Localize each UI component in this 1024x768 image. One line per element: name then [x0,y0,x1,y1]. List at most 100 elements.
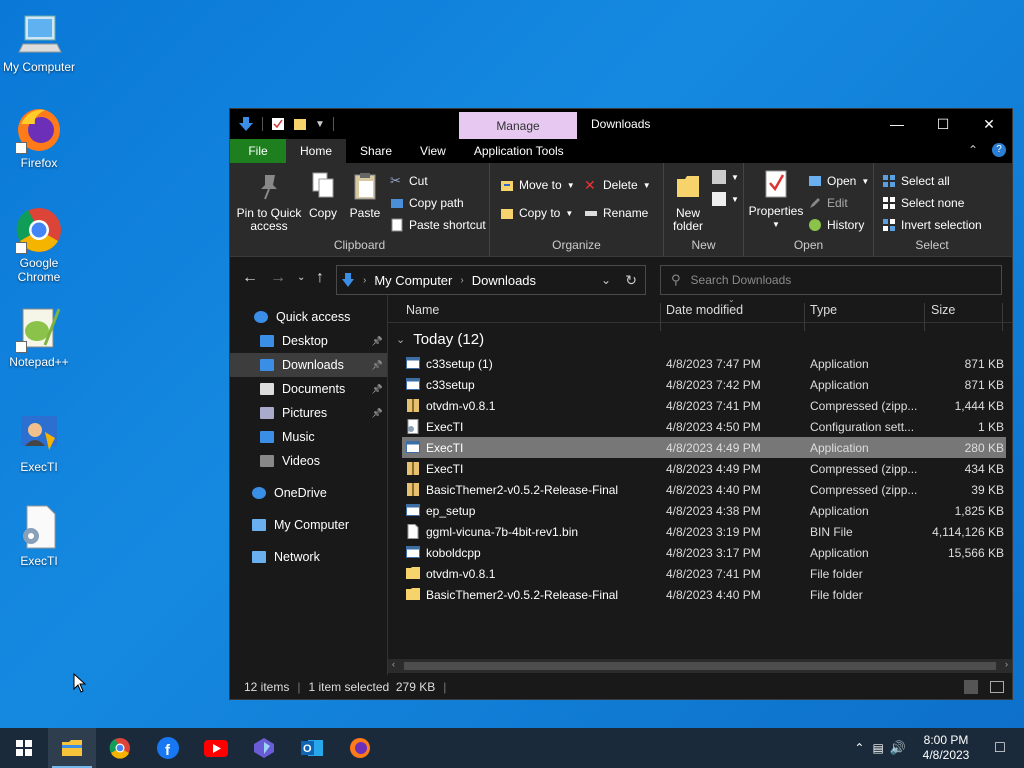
delete-button[interactable]: ✕ Delete ▼ [584,175,651,195]
table-row[interactable]: c33setup 4/8/2023 7:42 PM Application 871 K… [402,374,1006,395]
taskbar-youtube[interactable] [192,728,240,768]
address-dropdown-icon[interactable]: ⌄ [601,273,611,287]
pin-icon[interactable]: 📌 [372,384,383,395]
file-date: 4/8/2023 4:40 PM [666,587,761,602]
volume-icon[interactable]: 🔊 [890,740,906,756]
easy-access-button[interactable]: ▼ [712,189,739,209]
breadcrumb-current[interactable]: Downloads [472,273,536,288]
tab-share[interactable]: Share [346,139,406,163]
network-icon[interactable]: ▤ [872,741,883,755]
move-to-button[interactable]: Move to ▼ [500,175,575,195]
history-button[interactable]: History [808,215,864,235]
taskbar-facebook[interactable]: f [144,728,192,768]
properties-check-icon[interactable] [271,117,285,131]
paste-shortcut-button[interactable]: Paste shortcut [390,215,486,235]
table-row[interactable]: ep_setup 4/8/2023 4:38 PM Application 1,825… [402,500,1006,521]
select-none-button[interactable]: Select none [882,193,964,213]
group-header[interactable]: ⌄ Today (12) [396,331,484,348]
qat-dropdown-icon[interactable]: ▼ [315,119,325,130]
taskbar-clipchamp[interactable] [240,728,288,768]
horizontal-scrollbar[interactable]: ‹ › [388,659,1012,673]
sidebar-item-desktop[interactable]: Desktop 📌 [230,329,387,353]
rename-button[interactable]: Rename [584,203,648,223]
breadcrumb-root[interactable]: My Computer [374,273,452,288]
tab-home[interactable]: Home [286,139,347,163]
sidebar-item-music[interactable]: Music [230,425,387,449]
new-folder-button[interactable]: New folder [666,171,710,233]
invert-selection-button[interactable]: Invert selection [882,215,982,235]
sidebar-item-pictures[interactable]: Pictures 📌 [230,401,387,425]
table-row[interactable]: otvdm-v0.8.1 4/8/2023 7:41 PM Compressed (… [402,395,1006,416]
new-item-button[interactable]: ▼ [712,167,739,187]
table-row[interactable]: BasicThemer2-v0.5.2-Release-Final 4/8/202… [402,479,1006,500]
table-row[interactable]: ExecTI 4/8/2023 4:49 PM Application 280 KB [402,437,1006,458]
taskbar-outlook[interactable]: O [288,728,336,768]
recent-locations-button[interactable]: ⌄ [297,272,305,283]
pin-icon[interactable]: 📌 [372,360,383,371]
large-icons-view-button[interactable] [990,681,1004,693]
collapse-ribbon-icon[interactable]: ⌃ [968,143,978,157]
tab-view[interactable]: View [406,139,460,163]
properties-button[interactable]: Properties ▼ [748,169,804,231]
desktop-icon-chrome[interactable]: Google Chrome [0,206,78,284]
sidebar-item-videos[interactable]: Videos [230,449,387,473]
copy-to-button[interactable]: Copy to ▼ [500,203,573,223]
table-row[interactable]: c33setup (1) 4/8/2023 7:47 PM Application 8… [402,353,1006,374]
tab-file[interactable]: File [230,139,286,163]
help-icon[interactable]: ? [992,143,1006,157]
new-folder-icon[interactable] [293,117,307,131]
edit-button[interactable]: Edit [808,193,848,213]
table-row[interactable]: ExecTI 4/8/2023 4:50 PM Configuration sett… [402,416,1006,437]
notifications-icon[interactable]: □ [976,739,1024,757]
paste-button[interactable]: Paste [346,171,384,220]
refresh-icon[interactable]: ↻ [625,272,637,289]
maximize-button[interactable]: ☐ [920,109,966,139]
sidebar-item-onedrive[interactable]: OneDrive [230,481,387,505]
column-type[interactable]: Type [810,303,837,317]
copy-button[interactable]: Copy [306,171,340,220]
desktop-icon-execti-cfg[interactable]: ExecTI [0,504,78,568]
column-date[interactable]: Date modified [666,303,743,317]
file-size: 871 KB [964,356,1004,371]
desktop-icon-my-computer[interactable]: My Computer [0,10,78,74]
desktop-icon-execti-app[interactable]: ExecTI [0,410,78,474]
search-field[interactable]: ⚲ Search Downloads [660,265,1002,295]
open-button[interactable]: Open ▼ [808,171,869,191]
table-row[interactable]: ggml-vicuna-7b-4bit-rev1.bin 4/8/2023 3:1… [402,521,1006,542]
cut-button[interactable]: ✂ Cut [390,171,428,191]
table-row[interactable]: BasicThemer2-v0.5.2-Release-Final 4/8/202… [402,584,1006,605]
select-all-button[interactable]: Select all [882,171,950,191]
sidebar-item-quick-access[interactable]: Quick access [230,305,387,329]
table-row[interactable]: koboldcpp 4/8/2023 3:17 PM Application 15,5… [402,542,1006,563]
pin-quick-access-button[interactable]: Pin to Quick access [234,171,304,233]
up-button[interactable]: ↑ [316,269,324,287]
back-button[interactable]: ← [242,269,258,287]
close-button[interactable]: ✕ [966,109,1012,139]
ribbon-tabs: File Home Share View Application Tools ⌃… [230,139,1012,163]
minimize-button[interactable]: — [874,109,920,139]
clock[interactable]: 8:00 PM 4/8/2023 [916,733,976,763]
column-size[interactable]: Size [931,303,955,317]
table-row[interactable]: otvdm-v0.8.1 4/8/2023 7:41 PM File folder [402,563,1006,584]
pin-icon[interactable]: 📌 [372,336,383,347]
taskbar-chrome[interactable] [96,728,144,768]
pin-icon[interactable]: 📌 [372,408,383,419]
details-view-button[interactable] [964,680,978,694]
sidebar-item-network[interactable]: Network [230,545,387,569]
address-field[interactable]: › My Computer › Downloads ⌄ ↻ [336,265,646,295]
desktop-icon-firefox[interactable]: Firefox [0,106,78,170]
show-hidden-icons-chevron-icon[interactable]: ⌃ [854,741,864,755]
table-row[interactable]: ExecTI 4/8/2023 4:49 PM Compressed (zipp..… [402,458,1006,479]
desktop-icon-notepadpp[interactable]: Notepad++ [0,305,78,369]
manage-tab[interactable]: Manage [459,112,577,139]
sidebar-item-my-computer[interactable]: My Computer [230,513,387,537]
taskbar-file-explorer[interactable] [48,728,96,768]
sidebar-item-documents[interactable]: Documents 📌 [230,377,387,401]
column-name[interactable]: Name [406,303,439,317]
forward-button[interactable]: → [270,269,286,287]
copy-path-button[interactable]: Copy path [390,193,464,213]
tab-application-tools[interactable]: Application Tools [460,139,578,163]
sidebar-item-downloads[interactable]: Downloads 📌 [230,353,387,377]
start-button[interactable] [0,728,48,768]
taskbar-firefox[interactable] [336,728,384,768]
